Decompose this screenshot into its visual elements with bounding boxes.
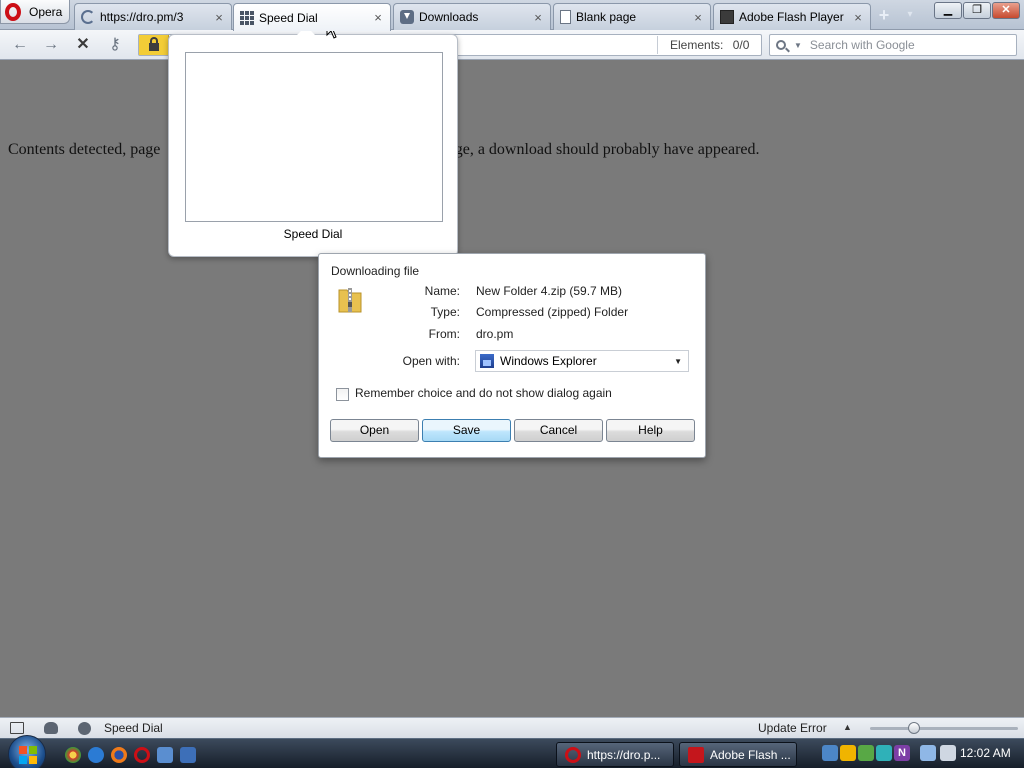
stop-icon[interactable]: ✕ — [72, 35, 94, 55]
tab-dro-pm[interactable]: https://dro.pm/3 × — [74, 3, 232, 30]
tab-blank-page[interactable]: Blank page × — [553, 3, 711, 30]
forward-icon[interactable]: → — [40, 35, 62, 55]
panel-toggle-icon[interactable] — [10, 722, 24, 734]
firefox-icon[interactable] — [111, 747, 127, 763]
name-label: Name: — [424, 284, 460, 298]
antivirus-icon[interactable] — [858, 745, 874, 761]
internet-explorer-icon[interactable] — [88, 747, 104, 763]
tab-label: Adobe Flash Player ... — [739, 10, 847, 24]
page-message-right: sage, a download should probably have ap… — [441, 141, 760, 158]
search-field[interactable]: ▼ Search with Google — [769, 34, 1017, 56]
tab-close-icon[interactable]: × — [213, 10, 225, 25]
tab-label: Downloads — [419, 10, 479, 24]
windows-explorer-icon — [480, 354, 494, 368]
tab-downloads[interactable]: Downloads × — [393, 3, 551, 30]
lock-icon — [148, 37, 159, 51]
security-shield-icon[interactable] — [840, 745, 856, 761]
remember-choice-label[interactable]: Remember choice and do not show dialog a… — [355, 386, 612, 400]
cancel-button[interactable]: Cancel — [514, 419, 603, 442]
key-icon[interactable]: ⚷ — [104, 35, 126, 55]
dialog-title: Downloading file — [331, 264, 420, 278]
sync-tray-icon[interactable] — [876, 745, 892, 761]
status-title: Speed Dial — [104, 721, 163, 735]
opera-icon[interactable] — [134, 747, 150, 763]
tab-bar: Opera https://dro.pm/3 × Speed Dial × Do… — [0, 0, 1024, 31]
tab-close-icon[interactable]: × — [372, 10, 384, 25]
volume-icon[interactable] — [940, 745, 956, 761]
flash-icon — [688, 746, 704, 763]
tab-label: https://dro.pm/3 — [100, 10, 184, 24]
switch-windows-icon[interactable] — [180, 747, 196, 763]
flash-icon — [720, 10, 734, 24]
page-message-left: Contents detected, page — [8, 141, 161, 158]
chevron-down-icon: ▼ — [674, 356, 682, 366]
zoom-slider-handle[interactable] — [908, 722, 921, 734]
minimize-button[interactable]: ▁ — [934, 2, 962, 19]
opera-logo-icon — [5, 2, 21, 21]
downloads-icon — [400, 10, 414, 24]
taskbar-item-opera[interactable]: https://dro.p... — [556, 742, 674, 767]
tab-adobe-flash[interactable]: Adobe Flash Player ... × — [713, 3, 871, 30]
open-with-select[interactable]: Windows Explorer ▼ — [475, 350, 689, 372]
opera-menu-button[interactable]: Opera — [0, 0, 70, 24]
tab-close-icon[interactable]: × — [532, 10, 544, 25]
taskbar-item-label: Adobe Flash ... — [710, 747, 791, 762]
taskbar-item-label: https://dro.p... — [587, 747, 661, 762]
tab-label: Blank page — [576, 10, 637, 24]
remember-choice-checkbox[interactable] — [336, 388, 349, 401]
zoom-slider[interactable] — [870, 722, 1018, 734]
chrome-icon[interactable] — [65, 747, 81, 763]
close-window-button[interactable]: ✕ — [992, 2, 1020, 19]
save-button[interactable]: Save — [422, 419, 511, 442]
elements-counter: Elements: 0/0 — [657, 36, 749, 54]
tab-close-icon[interactable]: × — [692, 10, 704, 25]
opera-icon — [565, 746, 581, 763]
opera-menu-label: Opera — [29, 4, 63, 19]
from-label: From: — [428, 327, 460, 341]
help-button[interactable]: Help — [606, 419, 695, 442]
opera-unite-icon[interactable] — [44, 722, 58, 734]
tab-preview-thumbnail[interactable] — [185, 52, 443, 222]
tab-speed-dial[interactable]: Speed Dial × — [233, 3, 391, 31]
restore-button[interactable]: ❐ — [963, 2, 991, 19]
tab-label: Speed Dial — [259, 10, 318, 25]
tab-preview-caption: Speed Dial — [283, 227, 343, 241]
monitor-tray-icon[interactable] — [920, 745, 936, 761]
new-tab-button[interactable]: + — [874, 5, 894, 25]
type-label: Type: — [430, 305, 460, 319]
open-with-label: Open with: — [402, 354, 460, 368]
file-name-value: New Folder 4.zip (59.7 MB) — [476, 284, 623, 298]
windows-taskbar: https://dro.p... Adobe Flash ... N 12:02… — [0, 735, 1024, 768]
chevron-up-icon[interactable]: ▲ — [843, 722, 852, 732]
start-button[interactable] — [8, 735, 46, 768]
show-desktop-icon[interactable] — [157, 747, 173, 763]
speed-dial-icon — [240, 10, 254, 25]
opera-turbo-icon[interactable] — [78, 722, 91, 735]
status-bar: Speed Dial Update Error ▲ — [0, 717, 1024, 738]
file-source-value: dro.pm — [476, 327, 514, 341]
file-type-value: Compressed (zipped) Folder — [476, 305, 629, 319]
search-engine-dropdown-icon[interactable]: ▼ — [794, 41, 802, 50]
search-icon — [776, 40, 786, 50]
page-icon — [560, 10, 571, 24]
tab-menu-chevron-icon[interactable]: ▾ — [900, 6, 920, 24]
network-tray-icon[interactable] — [822, 745, 838, 761]
elements-label: Elements: — [670, 38, 724, 52]
taskbar-item-flash[interactable]: Adobe Flash ... — [679, 742, 797, 767]
onenote-icon[interactable]: N — [894, 745, 910, 761]
back-icon[interactable]: ← — [9, 35, 31, 55]
open-button[interactable]: Open — [330, 419, 419, 442]
tab-close-icon[interactable]: × — [852, 10, 864, 25]
navigation-bar: ← → ✕ ⚷ Elements: 0/0 ▼ Search with Goog… — [0, 30, 1024, 60]
system-clock[interactable]: 12:02 AM — [960, 746, 1011, 760]
update-error-label[interactable]: Update Error — [758, 721, 827, 735]
loading-icon — [81, 10, 95, 24]
search-placeholder: Search with Google — [809, 38, 915, 52]
download-dialog: Downloading file Name: New Folder 4.zip … — [318, 253, 706, 458]
security-badge[interactable] — [139, 35, 169, 55]
elements-value: 0/0 — [732, 38, 750, 52]
open-with-value: Windows Explorer — [500, 354, 597, 368]
tab-preview-popup: Speed Dial — [168, 26, 458, 257]
